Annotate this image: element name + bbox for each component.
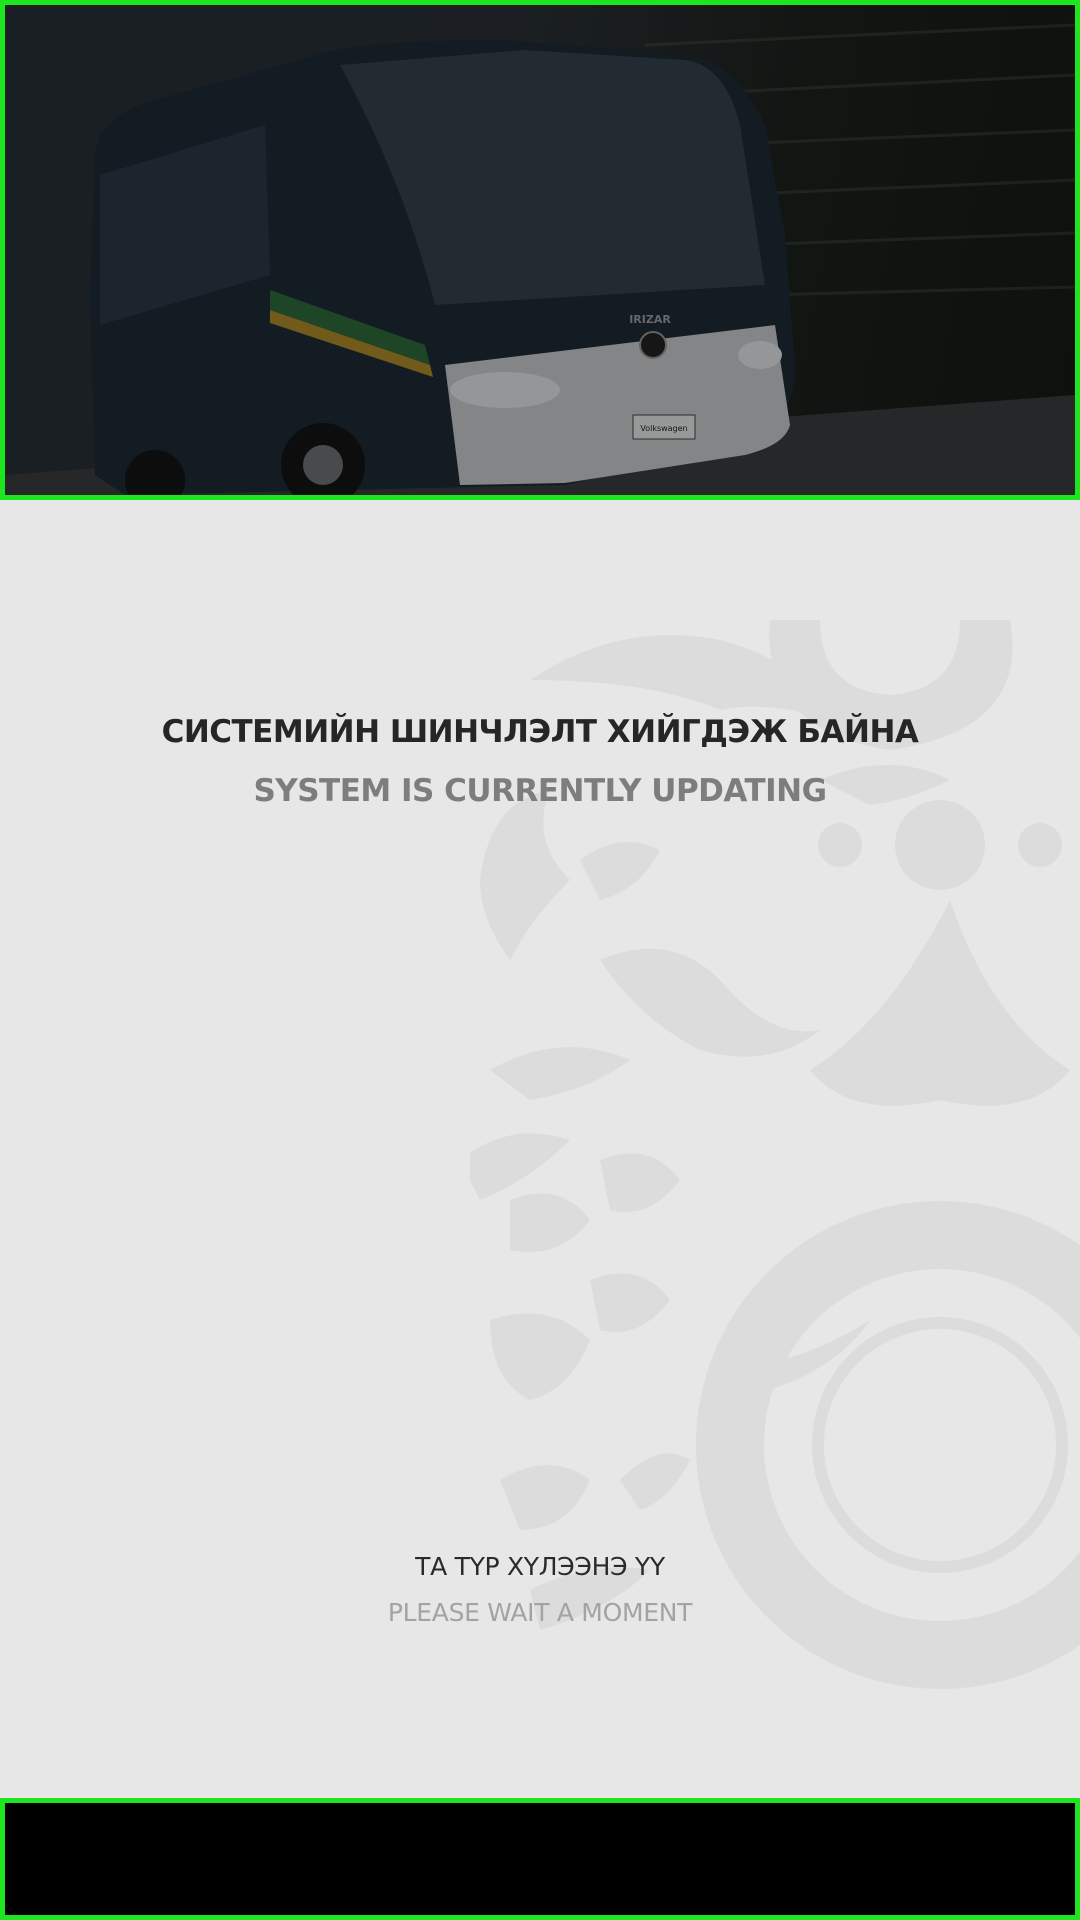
decorative-ornament-icon (470, 620, 1080, 1689)
hero-banner: Volkswagen IRIZAR (0, 0, 1080, 500)
footer-bar (0, 1798, 1080, 1920)
update-title-mn: СИСТЕМИЙН ШИНЧЛЭЛТ ХИЙГДЭЖ БАЙНА (161, 714, 919, 750)
hero-dim-overlay (5, 5, 1075, 495)
update-screen: Volkswagen IRIZAR СИСТЕМИЙН ШИНЧЛЭЛТ ХИЙ… (0, 0, 1080, 1920)
wait-message-en: PLEASE WAIT A MOMENT (387, 1598, 693, 1627)
update-title-en: SYSTEM IS CURRENTLY UPDATING (253, 773, 827, 809)
wait-message-mn: ТА ТҮР ХҮЛЭЭНЭ ҮҮ (415, 1552, 665, 1581)
